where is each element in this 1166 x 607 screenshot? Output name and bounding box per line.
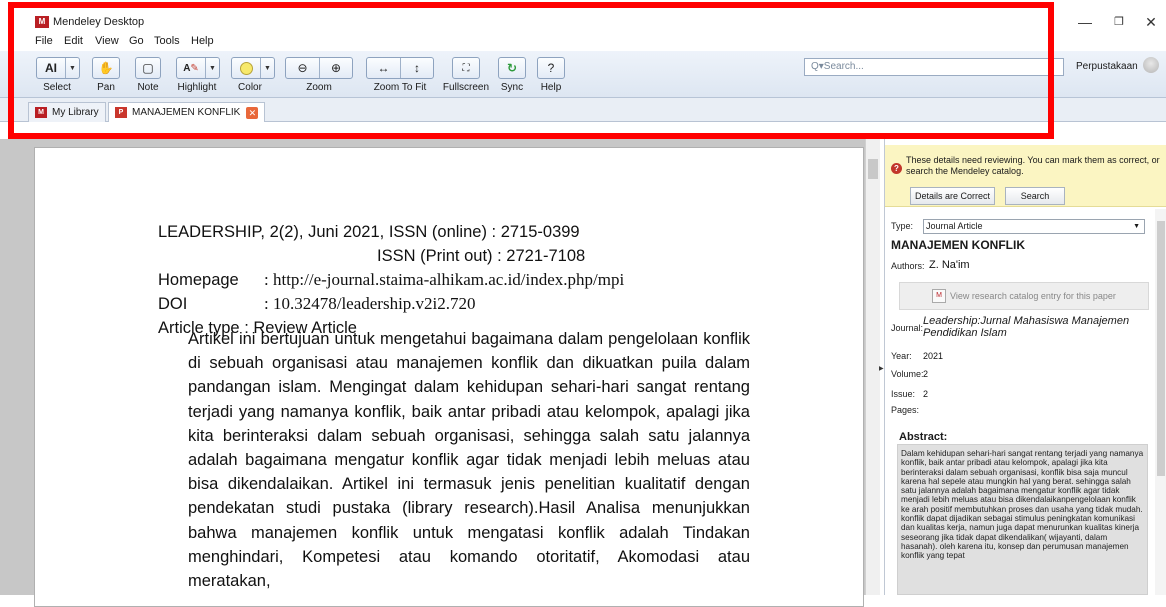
scrollbar-thumb[interactable] [1157, 221, 1165, 476]
menu-bar: File Edit View Go Tools Help [0, 33, 1166, 51]
volume-value[interactable]: 2 [923, 369, 928, 379]
avatar[interactable] [1143, 57, 1159, 73]
close-window-button[interactable]: ✕ [1136, 12, 1166, 32]
help-button[interactable]: ? [537, 57, 565, 79]
catalog-button-label: View research catalog entry for this pap… [950, 291, 1116, 301]
homepage-value: : http://e-journal.staima-alhikam.ac.id/… [264, 270, 625, 289]
color-swatch-icon [232, 58, 260, 78]
panel-collapse-handle[interactable]: ▶ [879, 365, 884, 372]
select-label: Select [43, 82, 71, 93]
details-correct-button[interactable]: Details are Correct [910, 187, 995, 205]
pdf-icon: P [115, 107, 127, 118]
details-panel: ? These details need reviewing. You can … [884, 139, 1166, 595]
menu-edit[interactable]: Edit [64, 35, 83, 47]
mendeley-logo-icon: M [35, 16, 49, 28]
year-label: Year: [891, 351, 912, 361]
fullscreen-label: Fullscreen [442, 82, 490, 93]
tab-label: MANAJEMEN KONFLIK [132, 107, 241, 118]
fit-width-icon[interactable]: ↔ [367, 58, 400, 78]
sync-label: Sync [500, 82, 524, 93]
journal-label: Journal: [891, 323, 924, 333]
note-label: Note [137, 82, 159, 93]
warning-icon: ? [891, 163, 902, 174]
chevron-down-icon[interactable]: ▼ [205, 58, 219, 78]
type-select[interactable]: Journal Article ▼ [923, 219, 1145, 234]
tab-label: My Library [52, 107, 99, 118]
document-title[interactable]: MANAJEMEN KONFLIK [891, 238, 1025, 252]
minimize-button[interactable]: — [1070, 12, 1100, 32]
catalog-search-button[interactable]: Search [1005, 187, 1065, 205]
journal-header-line: LEADERSHIP, 2(2), Juni 2021, ISSN (onlin… [158, 223, 580, 241]
highlight-tool-button[interactable]: A ✎ ▼ [176, 57, 220, 79]
title-bar: M Mendeley Desktop — ❐ ✕ [0, 0, 1166, 34]
chevron-down-icon: ▼ [1133, 223, 1140, 230]
pan-tool-button[interactable]: ✋ [92, 57, 120, 79]
zoom-to-fit-label: Zoom To Fit [373, 82, 427, 93]
pages-label: Pages: [891, 405, 920, 415]
chevron-down-icon[interactable]: ▼ [260, 58, 274, 78]
review-message: These details need reviewing. You can ma… [906, 155, 1160, 176]
fullscreen-button[interactable]: ⛶ [452, 57, 480, 79]
color-picker-button[interactable]: ▼ [231, 57, 275, 79]
color-label: Color [238, 82, 262, 93]
tab-document[interactable]: P MANAJEMEN KONFLIK ✕ [108, 102, 266, 122]
fit-height-icon[interactable]: ↕ [400, 58, 433, 78]
zoom-to-fit-group: ↔ ↕ [366, 57, 434, 79]
menu-tools[interactable]: Tools [154, 35, 180, 47]
menu-view[interactable]: View [95, 35, 119, 47]
sync-button[interactable]: ↻ [498, 57, 526, 79]
zoom-in-icon[interactable]: ⊕ [319, 58, 352, 78]
note-tool-button[interactable]: ▢ [135, 57, 161, 79]
tab-bar: M My Library P MANAJEMEN KONFLIK ✕ [0, 98, 1166, 122]
fullscreen-icon: ⛶ [462, 62, 470, 74]
issn-print-line: ISSN (Print out) : 2721-7108 [377, 247, 586, 265]
review-banner: ? These details need reviewing. You can … [885, 145, 1166, 207]
library-icon: M [35, 107, 47, 118]
menu-help[interactable]: Help [191, 35, 214, 47]
type-value: Journal Article [926, 221, 983, 231]
authors-value[interactable]: Z. Na'im [929, 259, 970, 271]
scrollbar-thumb[interactable] [868, 159, 878, 179]
abstract-field[interactable]: Dalam kehidupan sehari-hari sangat renta… [897, 444, 1148, 595]
highlight-label: Highlight [177, 82, 217, 93]
type-label: Type: [891, 221, 914, 231]
search-input[interactable]: Q▾Search... [804, 58, 1064, 76]
highlighter-icon: A ✎ [183, 62, 199, 74]
details-scrollbar[interactable] [1155, 209, 1166, 595]
note-icon: ▢ [142, 61, 154, 75]
doi-label: DOI [158, 295, 188, 313]
help-label: Help [540, 82, 562, 93]
help-icon: ? [547, 61, 555, 75]
volume-label: Volume: [891, 369, 924, 379]
select-tool-button[interactable]: AI ▼ [36, 57, 80, 79]
issue-label: Issue: [891, 389, 916, 399]
year-value[interactable]: 2021 [923, 351, 943, 361]
menu-file[interactable]: File [35, 35, 53, 47]
close-tab-icon[interactable]: ✕ [246, 106, 259, 119]
zoom-out-icon[interactable]: ⊖ [286, 58, 319, 78]
authors-label: Authors: [891, 261, 925, 271]
chevron-down-icon[interactable]: ▼ [65, 58, 79, 78]
view-catalog-entry-button[interactable]: M View research catalog entry for this p… [899, 282, 1149, 310]
issue-value[interactable]: 2 [923, 389, 928, 399]
mendeley-catalog-icon: M [932, 289, 946, 303]
menu-go[interactable]: Go [129, 35, 144, 47]
viewer-scrollbar[interactable] [865, 139, 880, 595]
zoom-button-group: ⊖ ⊕ [285, 57, 353, 79]
homepage-label: Homepage [158, 271, 239, 289]
restore-button[interactable]: ❐ [1104, 12, 1134, 32]
abstract-heading: Abstract: [899, 431, 948, 443]
hand-icon: ✋ [98, 61, 114, 75]
pan-label: Pan [97, 82, 115, 93]
doi-value: : 10.32478/leadership.v2i2.720 [264, 294, 476, 313]
account-name[interactable]: Perpustakaan [1076, 61, 1138, 72]
text-cursor-icon: AI [45, 61, 57, 75]
sync-icon: ↻ [506, 61, 518, 75]
journal-value[interactable]: Leadership:Jurnal Mahasiswa Manajemen Pe… [923, 315, 1133, 339]
tab-my-library[interactable]: M My Library [28, 102, 106, 122]
document-abstract: Artikel ini bertujuan untuk mengetahui b… [188, 330, 750, 591]
window-title: Mendeley Desktop [53, 16, 145, 28]
zoom-label: Zoom [306, 82, 332, 93]
